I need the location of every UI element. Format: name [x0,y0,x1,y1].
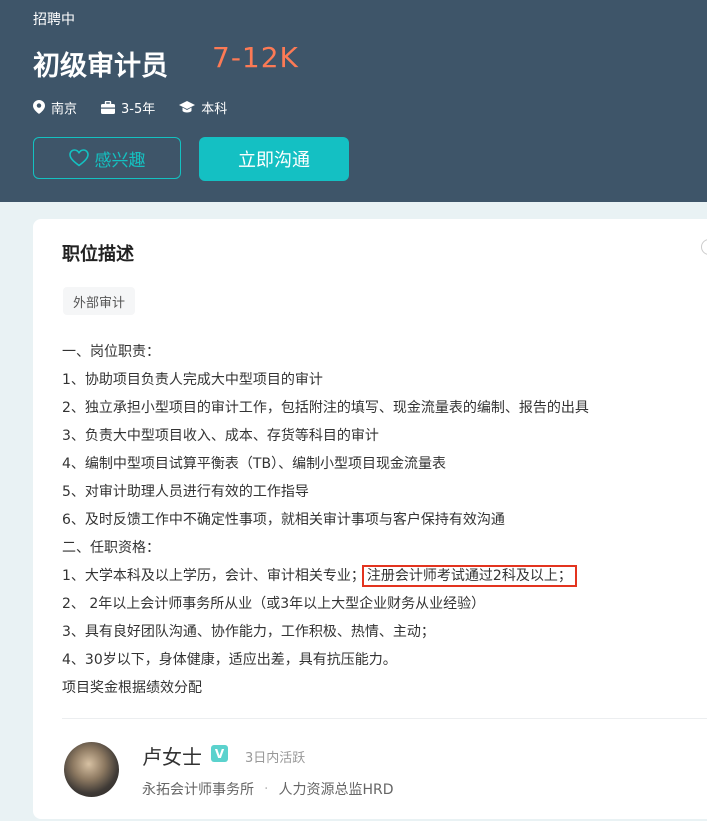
active-status: 3日内活跃 [245,751,306,766]
chat-now-button[interactable]: 立即沟通 [199,137,349,181]
graduation-cap-icon [179,100,196,112]
education-item: 本科 [179,98,227,117]
description-line-highlighted: 1、大学本科及以上学历，会计、审计相关专业； 注册会计师考试通过2科及以上； [62,562,589,590]
recruiter-position: 人力资源总监HRD [278,782,394,798]
description-line: 3、具有良好团队沟通、协作能力，工作积极、热情、主动； [62,624,435,640]
avatar[interactable] [64,742,119,797]
job-description: 一、岗位职责： 1、协助项目负责人完成大中型项目的审计 2、独立承担小型项目的审… [62,338,589,702]
interest-button-label: 感兴趣 [94,150,146,171]
description-line: 2、 2年以上会计师事务所从业（或3年以上大型企业财务从业经验） [62,596,486,612]
description-line: 一、岗位职责： [62,344,160,360]
company-name: 永拓会计师事务所 [142,782,254,798]
location-item: 南京 [33,98,77,117]
salary: 7-12K [212,41,299,74]
description-text: 1、大学本科及以上学历，会计、审计相关专业； [62,568,365,584]
experience-item: 3-5年 [101,98,155,117]
location-pin-icon [33,100,45,114]
heart-icon [68,149,89,167]
chat-button-label: 立即沟通 [238,150,310,171]
job-meta: 南京 3-5年 本科 [33,98,251,117]
job-title: 初级审计员 [33,51,168,82]
divider [62,718,707,719]
recruiter-company-line: 永拓会计师事务所 · 人力资源总监HRD [142,779,394,799]
description-line: 二、任职资格： [62,540,160,556]
description-line: 6、及时反馈工作中不确定性事项，就相关审计事项与客户保持有效沟通 [62,512,505,528]
description-line: 项目奖金根据绩效分配 [62,680,202,696]
recruiter-name: 卢女士 [142,745,202,769]
briefcase-icon [101,100,116,114]
description-line: 4、30岁以下，身体健康，适应出差，具有抗压能力。 [62,652,397,668]
description-line: 1、协助项目负责人完成大中型项目的审计 [62,372,323,388]
location-text: 南京 [51,101,78,117]
highlighted-requirement: 注册会计师考试通过2科及以上； [361,565,577,587]
experience-text: 3-5年 [121,101,156,117]
job-tag: 外部审计 [63,287,136,315]
description-line: 5、对审计助理人员进行有效的工作指导 [62,484,309,500]
job-header: 招聘中 初级审计员 7-12K 南京 3-5年 本科 感兴趣 立即沟通 [0,0,707,202]
description-line: 2、独立承担小型项目的审计工作，包括附注的填写、现金流量表的编制、报告的出具 [62,400,589,416]
description-line: 3、负责大中型项目收入、成本、存货等科目的审计 [62,428,379,444]
separator-dot: · [264,781,269,797]
status-badge: 招聘中 [33,12,75,28]
description-line: 4、编制中型项目试算平衡表（TB）、编制小型项目现金流量表 [62,456,447,472]
verified-badge: V [211,745,228,762]
section-title: 职位描述 [62,244,134,265]
interest-button[interactable]: 感兴趣 [33,137,181,179]
education-text: 本科 [201,101,228,117]
